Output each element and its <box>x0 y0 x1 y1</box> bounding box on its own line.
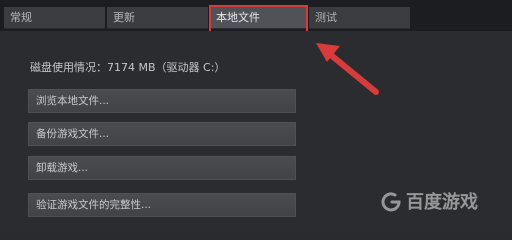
baidu-games-icon <box>381 192 401 212</box>
browse-local-files-button[interactable]: 浏览本地文件... <box>28 89 296 113</box>
uninstall-game-button[interactable]: 卸载游戏... <box>28 156 296 180</box>
verify-integrity-button[interactable]: 验证游戏文件的完整性... <box>28 193 296 217</box>
tab-general[interactable]: 常规 <box>4 7 105 29</box>
tab-updates[interactable]: 更新 <box>107 7 208 29</box>
watermark-text: 百度游戏 <box>406 192 478 213</box>
watermark-logo: 百度游戏 <box>380 186 478 216</box>
disk-usage-text: 磁盘使用情况：7174 MB（驱动器 C:） <box>30 61 226 74</box>
backup-game-files-button[interactable]: 备份游戏文件... <box>28 122 296 146</box>
red-arrow-icon <box>316 43 379 95</box>
tab-betas[interactable]: 测试 <box>309 7 410 29</box>
